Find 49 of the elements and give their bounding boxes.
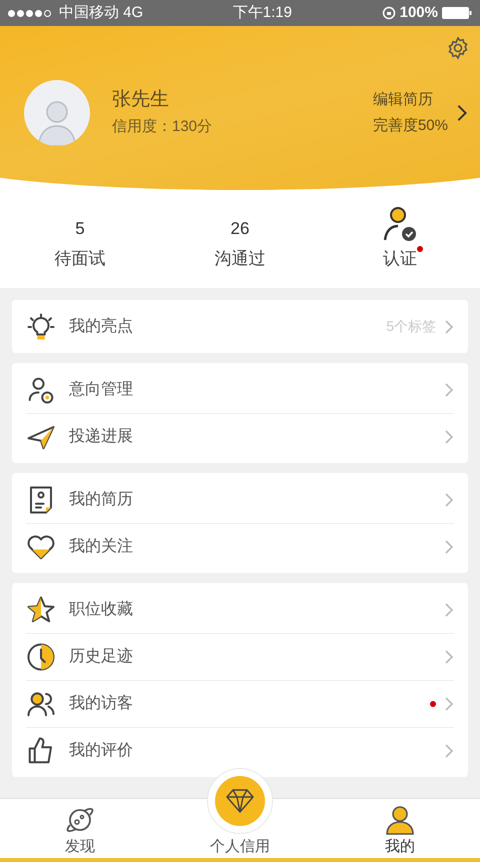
stat-label[interactable]: 沟通过 (214, 249, 266, 268)
chevron-icon (444, 649, 454, 665)
stat-count: 26 (230, 218, 250, 240)
tab-item[interactable]: 我的 (320, 799, 480, 862)
menu-label: 我的关注 (69, 536, 133, 557)
battery-icon (442, 7, 472, 19)
menu-label: 我的简历 (69, 490, 133, 510)
chevron-icon (444, 602, 454, 618)
user-name: 张先生 (112, 88, 170, 112)
menu-row[interactable]: 我的简历 (26, 476, 454, 523)
chevron-icon (456, 103, 468, 123)
star-icon (26, 594, 56, 624)
stat-count: 5 (75, 218, 85, 240)
chevron-icon (444, 743, 454, 759)
chevron-icon (444, 382, 454, 398)
menu-label: 我的亮点 (69, 316, 133, 336)
carrier-text: 中国移动 4G (59, 2, 144, 23)
chevron-icon (444, 539, 454, 555)
battery-text: 100% (400, 2, 438, 23)
completeness-text: 完善度50% (372, 116, 448, 136)
chevron-icon (444, 696, 454, 712)
chevron-icon (444, 429, 454, 445)
stat-label[interactable]: 认证 (383, 249, 417, 268)
chevron-icon (444, 492, 454, 508)
user-icon (384, 804, 416, 836)
clock-text: 下午1:19 (232, 4, 292, 21)
menu-label: 历史足迹 (69, 646, 133, 667)
diamond-icon (225, 788, 255, 814)
menu-label: 投递进展 (69, 426, 133, 447)
stat-label[interactable]: 待面试 (54, 249, 106, 268)
menu-row[interactable]: 历史足迹 (26, 633, 454, 680)
clock-icon (26, 642, 56, 672)
chevron-icon (444, 318, 454, 334)
tab-item[interactable]: 发现 (0, 799, 160, 862)
menu-row[interactable]: 意向管理 (26, 366, 454, 413)
menu-label: 我的评价 (69, 740, 133, 761)
menu-row[interactable]: 职位收藏 (26, 586, 454, 633)
bulb-icon (26, 312, 56, 342)
rotation-lock-icon (382, 6, 396, 20)
edit-resume-link[interactable]: 编辑简历 (372, 88, 433, 111)
menu-label: 我的访客 (69, 694, 133, 714)
menu-label: 意向管理 (69, 380, 133, 400)
credit-score: 信用度：130分 (112, 116, 212, 137)
signal-icon (8, 10, 51, 16)
menu-row[interactable]: 我的访客 (26, 680, 454, 727)
menu-row[interactable]: 我的关注 (26, 523, 454, 570)
settings-icon[interactable] (446, 36, 470, 60)
menu-row[interactable]: 投递进展 (26, 413, 454, 460)
menu-label: 职位收藏 (69, 600, 133, 620)
